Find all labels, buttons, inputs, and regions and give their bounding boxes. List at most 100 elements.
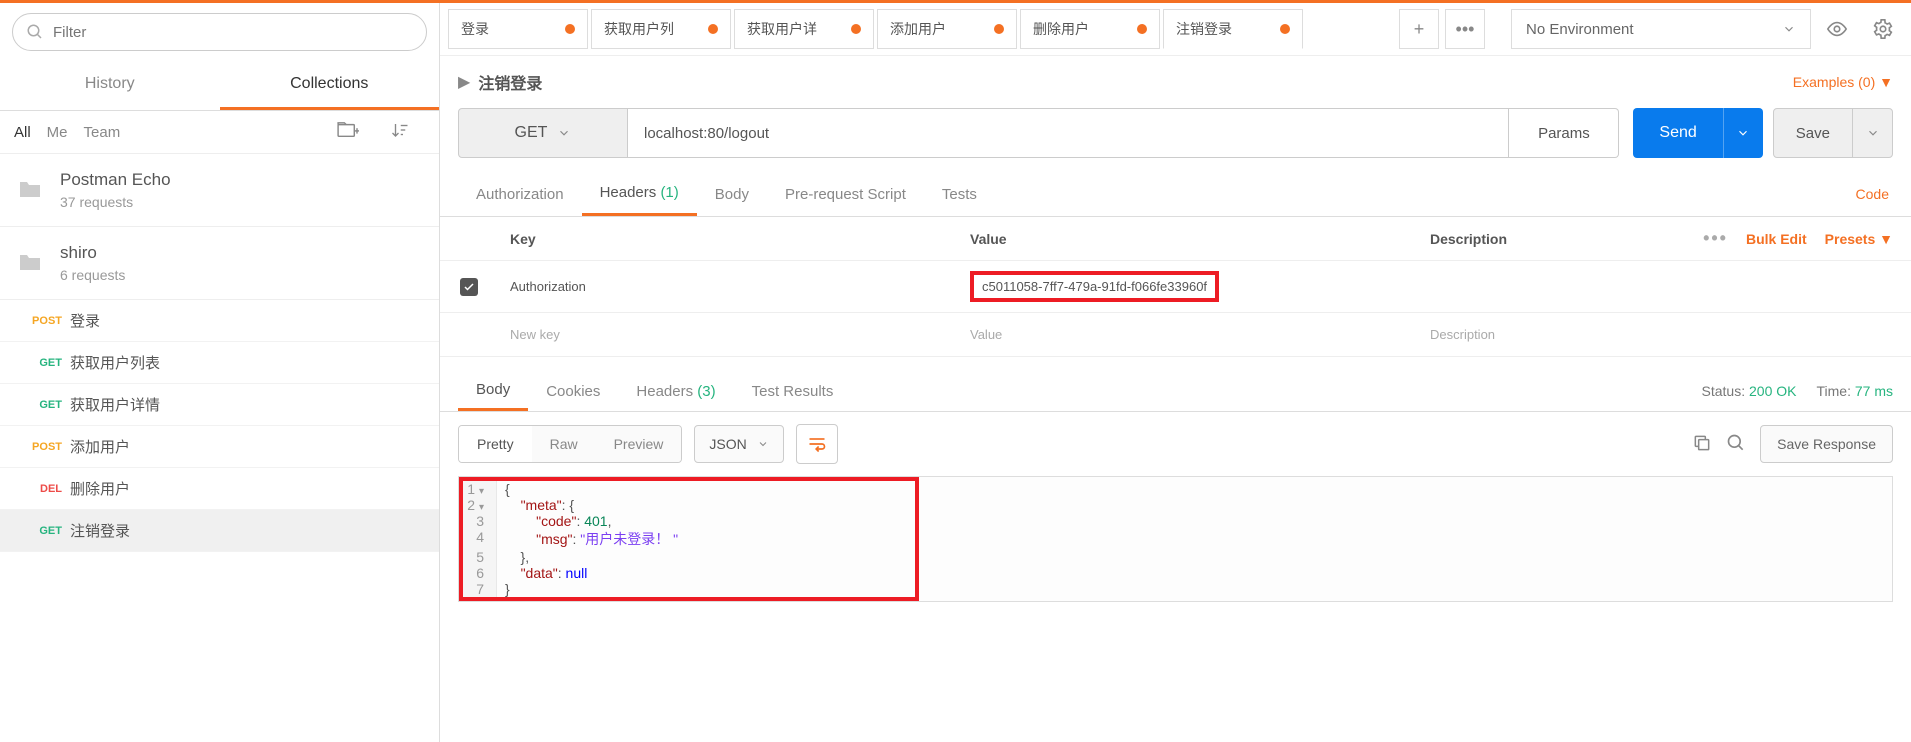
unsaved-dot-icon bbox=[708, 24, 718, 34]
unsaved-dot-icon bbox=[565, 24, 575, 34]
method-select[interactable]: GET bbox=[458, 108, 628, 158]
view-pretty[interactable]: Pretty bbox=[459, 426, 532, 462]
resp-tab-body[interactable]: Body bbox=[458, 371, 528, 411]
folder-icon bbox=[18, 179, 42, 202]
environment-select[interactable]: No Environment bbox=[1511, 9, 1811, 49]
code-link[interactable]: Code bbox=[1856, 186, 1893, 202]
request-name: 添加用户 bbox=[70, 436, 130, 457]
settings-icon[interactable] bbox=[1863, 9, 1903, 49]
req-tab-body[interactable]: Body bbox=[697, 174, 767, 215]
method-badge: GET bbox=[12, 525, 62, 537]
header-checkbox[interactable] bbox=[460, 278, 478, 296]
method-badge: GET bbox=[12, 399, 62, 411]
request-item[interactable]: GET注销登录 bbox=[0, 510, 439, 552]
unsaved-dot-icon bbox=[1137, 24, 1147, 34]
req-tab-tests[interactable]: Tests bbox=[924, 174, 995, 215]
resp-tab-headers[interactable]: Headers (3) bbox=[618, 373, 733, 410]
request-tab[interactable]: 注销登录 bbox=[1163, 9, 1303, 49]
header-new-value[interactable]: Value bbox=[958, 317, 1418, 352]
sort-icon[interactable] bbox=[391, 121, 409, 143]
collection-name: Postman Echo bbox=[60, 170, 171, 190]
request-tab[interactable]: 添加用户 bbox=[877, 9, 1017, 49]
method-badge: POST bbox=[12, 315, 62, 327]
collection-item[interactable]: shiro 6 requests bbox=[0, 227, 439, 300]
header-desc-cell[interactable] bbox=[1418, 277, 1651, 297]
send-dropdown-icon[interactable] bbox=[1723, 108, 1763, 158]
send-button[interactable]: Send bbox=[1633, 108, 1762, 158]
header-new-key[interactable]: New key bbox=[498, 317, 958, 352]
headers-table: Key Value Description ••• Bulk Edit Pres… bbox=[440, 217, 1911, 357]
req-tab-prerequest[interactable]: Pre-request Script bbox=[767, 174, 924, 215]
bulk-edit-link[interactable]: Bulk Edit bbox=[1746, 231, 1807, 247]
header-col-key: Key bbox=[498, 221, 958, 257]
search-response-icon[interactable] bbox=[1726, 433, 1746, 456]
request-tab[interactable]: 获取用户详 bbox=[734, 9, 874, 49]
request-name: 登录 bbox=[70, 310, 100, 331]
req-tab-authorization[interactable]: Authorization bbox=[458, 174, 582, 215]
tab-collections[interactable]: Collections bbox=[220, 61, 440, 110]
view-preview[interactable]: Preview bbox=[596, 426, 682, 462]
unsaved-dot-icon bbox=[851, 24, 861, 34]
request-tab[interactable]: 删除用户 bbox=[1020, 9, 1160, 49]
tab-add-button[interactable]: + bbox=[1399, 9, 1439, 49]
wrap-toggle[interactable] bbox=[796, 424, 838, 464]
chevron-down-icon bbox=[757, 438, 769, 450]
request-name: 删除用户 bbox=[70, 478, 130, 499]
expand-caret-icon[interactable]: ▶ bbox=[458, 72, 470, 92]
status-label: Status: bbox=[1702, 383, 1746, 399]
request-item[interactable]: GET获取用户列表 bbox=[0, 342, 439, 384]
method-label: GET bbox=[515, 124, 548, 142]
scope-team[interactable]: Team bbox=[84, 124, 121, 141]
request-tab[interactable]: 获取用户列 bbox=[591, 9, 731, 49]
tab-label: 注销登录 bbox=[1176, 19, 1232, 39]
save-response-button[interactable]: Save Response bbox=[1760, 425, 1893, 463]
save-button[interactable]: Save bbox=[1773, 108, 1893, 158]
unsaved-dot-icon bbox=[994, 24, 1004, 34]
scope-me[interactable]: Me bbox=[47, 124, 68, 141]
response-body[interactable]: 1 ▾{2 ▾ "meta": {3 "code": 401,4 "msg": … bbox=[458, 476, 1893, 602]
header-key-cell[interactable]: Authorization bbox=[498, 269, 958, 304]
examples-dropdown[interactable]: Examples (0) ▼ bbox=[1793, 74, 1893, 90]
tab-label: 获取用户详 bbox=[747, 19, 817, 39]
collection-item[interactable]: Postman Echo 37 requests bbox=[0, 154, 439, 227]
resp-tab-cookies[interactable]: Cookies bbox=[528, 373, 618, 410]
format-select[interactable]: JSON bbox=[694, 425, 783, 463]
collection-name: shiro bbox=[60, 243, 125, 263]
url-input[interactable] bbox=[628, 108, 1509, 158]
presets-dropdown[interactable]: Presets ▼ bbox=[1825, 231, 1893, 247]
header-col-desc: Description bbox=[1418, 221, 1651, 257]
header-col-value: Value bbox=[958, 221, 1418, 257]
unsaved-dot-icon bbox=[1280, 24, 1290, 34]
header-value-cell[interactable]: c5011058-7ff7-479a-91fd-f066fe33960f bbox=[958, 261, 1418, 312]
params-button[interactable]: Params bbox=[1509, 108, 1619, 158]
header-new-desc[interactable]: Description bbox=[1418, 317, 1651, 352]
request-item[interactable]: POST 添加用户 bbox=[0, 426, 439, 468]
request-name: 获取用户列表 bbox=[70, 352, 160, 373]
request-item[interactable]: GET获取用户详情 bbox=[0, 384, 439, 426]
view-mode-group: Pretty Raw Preview bbox=[458, 425, 682, 463]
tab-label: 获取用户列 bbox=[604, 19, 674, 39]
request-item[interactable]: DEL删除用户 bbox=[0, 468, 439, 510]
request-item[interactable]: POST 登录 bbox=[0, 300, 439, 342]
request-title: 注销登录 bbox=[478, 70, 542, 94]
status-value: 200 OK bbox=[1749, 383, 1796, 399]
main-area: 登录获取用户列获取用户详添加用户删除用户注销登录 + ••• No Enviro… bbox=[440, 3, 1911, 742]
view-raw[interactable]: Raw bbox=[532, 426, 596, 462]
more-icon[interactable]: ••• bbox=[1703, 228, 1728, 249]
req-tab-headers[interactable]: Headers (1) bbox=[582, 172, 697, 216]
new-collection-icon[interactable] bbox=[337, 121, 359, 143]
copy-icon[interactable] bbox=[1692, 433, 1712, 456]
resp-tab-testresults[interactable]: Test Results bbox=[734, 373, 852, 410]
filter-input[interactable] bbox=[12, 13, 427, 51]
tab-more-button[interactable]: ••• bbox=[1445, 9, 1485, 49]
time-value: 77 ms bbox=[1855, 383, 1893, 399]
scope-all[interactable]: All bbox=[14, 124, 31, 141]
request-tab[interactable]: 登录 bbox=[448, 9, 588, 49]
time-label: Time: bbox=[1817, 383, 1851, 399]
method-badge: POST bbox=[12, 441, 62, 453]
environment-label: No Environment bbox=[1526, 21, 1634, 38]
save-dropdown-icon[interactable] bbox=[1852, 109, 1892, 157]
tab-label: 删除用户 bbox=[1033, 19, 1089, 39]
tab-history[interactable]: History bbox=[0, 61, 220, 110]
env-quick-look-icon[interactable] bbox=[1817, 9, 1857, 49]
